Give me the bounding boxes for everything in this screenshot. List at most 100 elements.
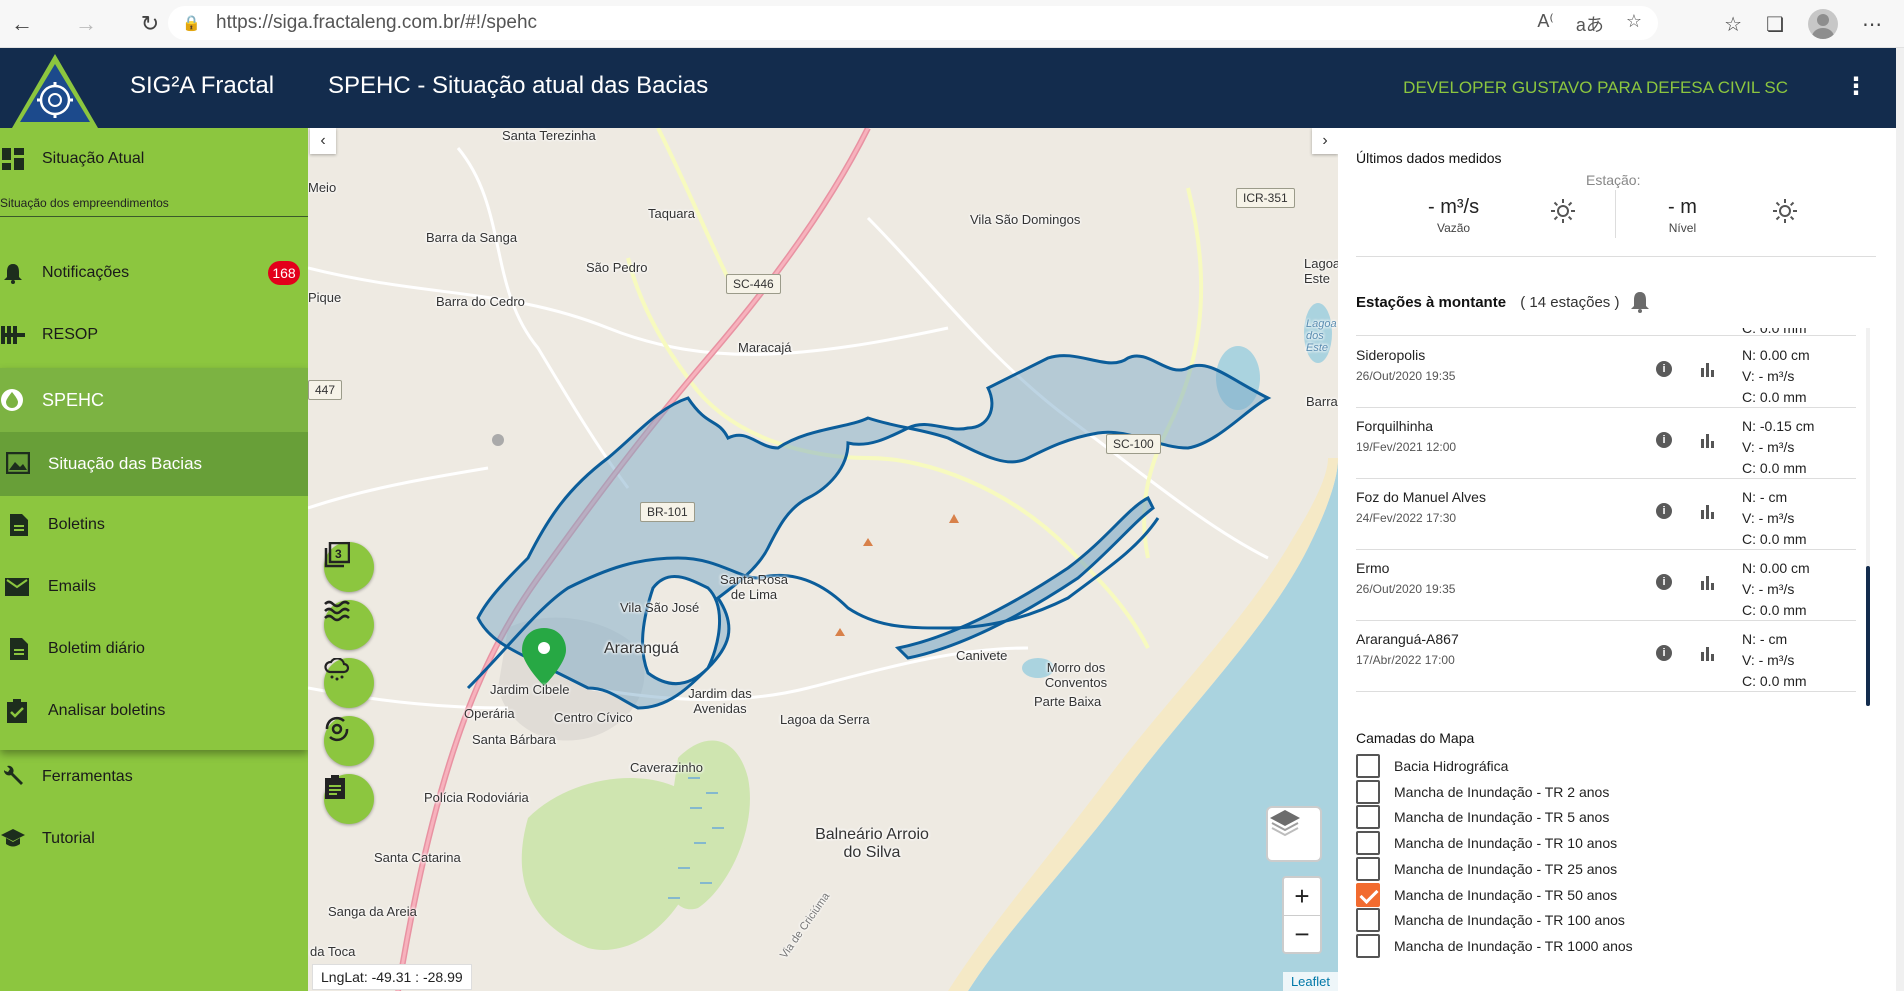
station-date: 26/Out/2020 19:35 <box>1356 369 1456 383</box>
sidebar-item-spehc[interactable]: SPEHC <box>0 368 308 432</box>
sun-icon[interactable] <box>1550 198 1576 224</box>
map-label: Centro Cívico <box>554 710 633 725</box>
water-layer-button[interactable] <box>324 600 374 650</box>
layer-checkbox[interactable] <box>1356 831 1380 856</box>
layer-checkbox[interactable] <box>1356 856 1380 881</box>
layer-checkbox[interactable] <box>1356 882 1380 907</box>
address-bar[interactable]: 🔒 https://siga.fractaleng.com.br/#!/speh… <box>168 6 1658 40</box>
section-divider <box>1356 256 1876 257</box>
map-label: Barra do Cedro <box>436 294 525 309</box>
info-icon[interactable]: i <box>1656 432 1672 448</box>
sidebar-item-tutorial[interactable]: Tutorial <box>0 826 308 852</box>
sidebar-item-analisar-boletins[interactable]: Analisar boletins <box>0 698 308 724</box>
map-label: Polícia Rodoviária <box>424 790 529 805</box>
map-layers-control[interactable] <box>1266 806 1322 862</box>
sidebar-item-situacao-bacias[interactable]: Situação das Bacias <box>0 432 308 496</box>
bell-icon[interactable] <box>1628 290 1652 314</box>
sidebar-item-ferramentas[interactable]: Ferramentas <box>0 764 308 790</box>
info-icon[interactable]: i <box>1656 503 1672 519</box>
bar-chart-icon[interactable] <box>1700 503 1716 519</box>
layer-checkbox[interactable] <box>1356 933 1380 958</box>
bar-chart-icon[interactable] <box>1700 645 1716 661</box>
sidebar-item-emails[interactable]: Emails <box>0 574 308 600</box>
layer-checkbox[interactable] <box>1356 779 1380 804</box>
layer-option[interactable]: Mancha de Inundação - TR 1000 anos <box>1356 933 1633 958</box>
station-name: Forquilhinha <box>1356 418 1434 434</box>
layer-3-button[interactable]: 3 <box>324 542 374 592</box>
station-name: Ermo <box>1356 560 1390 576</box>
station-flow: V: - m³/s <box>1742 439 1795 455</box>
layer-checkbox[interactable] <box>1356 805 1380 830</box>
forward-icon[interactable]: → <box>68 6 104 42</box>
zoom-in-button[interactable]: + <box>1284 878 1320 915</box>
info-icon[interactable]: i <box>1656 361 1672 377</box>
station-level: N: -0.15 cm <box>1742 418 1815 434</box>
read-aloud-icon[interactable]: A⁽ <box>1537 11 1553 37</box>
info-icon[interactable]: i <box>1656 645 1672 661</box>
bar-chart-icon[interactable] <box>1700 361 1716 377</box>
sidebar-item-label: SPEHC <box>42 389 105 410</box>
lock-icon[interactable]: 🔒 <box>182 14 204 32</box>
app-header: SIG²A Fractal SPEHC - Situação atual das… <box>0 48 1896 128</box>
station-level: N: - cm <box>1742 489 1788 505</box>
sidebar-item-label: Tutorial <box>42 830 95 847</box>
app-logo[interactable] <box>10 52 100 130</box>
station-row[interactable]: Foz do Manuel Alves 24/Fev/2022 17:30 i N: … <box>1356 479 1856 550</box>
profile-avatar[interactable] <box>1808 9 1838 39</box>
layer-checkbox[interactable] <box>1356 754 1380 778</box>
sun-icon[interactable] <box>1772 198 1798 224</box>
zoom-out-button[interactable]: − <box>1284 915 1320 952</box>
map-label: Parte Baixa <box>1034 694 1102 709</box>
favorites-icon[interactable]: ☆ <box>1724 12 1742 37</box>
page-scrollbar[interactable] <box>1896 48 1904 991</box>
layer-option[interactable]: Bacia Hidrográfica <box>1356 754 1508 778</box>
layer-option[interactable]: Mancha de Inundação - TR 50 anos <box>1356 882 1617 907</box>
layer-label: Bacia Hidrográfica <box>1394 758 1509 774</box>
layer-option[interactable]: Mancha de Inundação - TR 10 anos <box>1356 831 1617 856</box>
leaflet-attribution-link[interactable]: Leaflet <box>1282 972 1338 991</box>
kebab-menu-icon[interactable]: ⋮ <box>1844 72 1868 101</box>
bar-chart-icon[interactable] <box>1700 574 1716 590</box>
sidebar-item-boletins[interactable]: Boletins <box>0 512 308 538</box>
collections-icon[interactable]: ❏ <box>1766 12 1784 37</box>
rain-layer-button[interactable] <box>324 658 374 708</box>
reload-icon[interactable]: ↻ <box>132 6 168 42</box>
layer-option[interactable]: Mancha de Inundação - TR 100 anos <box>1356 908 1625 933</box>
road-shield: ICR-351 <box>1236 188 1295 208</box>
info-icon[interactable]: i <box>1656 574 1672 590</box>
map-label: Santa Catarina <box>374 850 461 865</box>
station-row[interactable]: Araranguá-A867 17/Abr/2022 17:00 i N: - cm V… <box>1356 621 1856 692</box>
favorite-add-icon[interactable]: ☆ <box>1626 11 1642 37</box>
layer-option[interactable]: Mancha de Inundação - TR 25 anos <box>1356 856 1617 881</box>
collapse-right-icon[interactable]: › <box>1312 128 1338 154</box>
sidebar-divider <box>0 216 308 217</box>
collapse-left-icon[interactable]: ‹ <box>310 128 336 154</box>
sidebar-item-boletim-diario[interactable]: Boletim diário <box>0 636 308 662</box>
bar-chart-icon[interactable] <box>1700 432 1716 448</box>
map-view[interactable]: ‹ › Santa Terezinha Meio Taquara Barra d… <box>308 128 1338 991</box>
station-row[interactable]: Forquilhinha 19/Fev/2021 12:00 i N: -0.15 c… <box>1356 408 1856 479</box>
more-options-icon[interactable]: ⋯ <box>1862 12 1882 37</box>
url-text[interactable]: https://siga.fractaleng.com.br/#!/spehc <box>216 12 537 34</box>
sidebar-item-resop[interactable]: RESOP <box>0 322 308 348</box>
sidebar-item-situacao-atual[interactable]: Situação Atual <box>0 146 308 172</box>
layer-option[interactable]: Mancha de Inundação - TR 5 anos <box>1356 805 1609 830</box>
list-separator <box>1356 328 1856 336</box>
right-panel: Últimos dados medidos Estação: - m³/s Va… <box>1338 128 1896 991</box>
back-icon[interactable]: ← <box>4 6 40 42</box>
station-row[interactable]: Ermo 26/Out/2020 19:35 i N: 0.00 cm V: - m³/… <box>1356 550 1856 621</box>
report-layer-button[interactable] <box>324 774 374 824</box>
station-rain: C: 0.0 mm <box>1742 460 1807 476</box>
coords-readout: LngLat: -49.31 : -28.99 <box>312 964 472 990</box>
station-row[interactable]: Sideropolis 26/Out/2020 19:35 i N: 0.00 cm V… <box>1356 337 1856 408</box>
station-list-scrollbar[interactable] <box>1866 566 1870 706</box>
cyclone-layer-button[interactable] <box>324 716 374 766</box>
layer-option[interactable]: Mancha de Inundação - TR 2 anos <box>1356 779 1609 804</box>
station-rain: C: 0.0 mm <box>1742 531 1807 547</box>
sidebar-item-notificacoes[interactable]: Notificações 168 <box>0 260 308 286</box>
document-icon <box>6 636 32 662</box>
translate-icon[interactable]: aあ <box>1576 11 1604 37</box>
user-name[interactable]: DEVELOPER GUSTAVO PARA DEFESA CIVIL SC <box>1403 78 1788 98</box>
layer-checkbox[interactable] <box>1356 908 1380 933</box>
layer-label: Mancha de Inundação - TR 1000 anos <box>1394 937 1633 954</box>
